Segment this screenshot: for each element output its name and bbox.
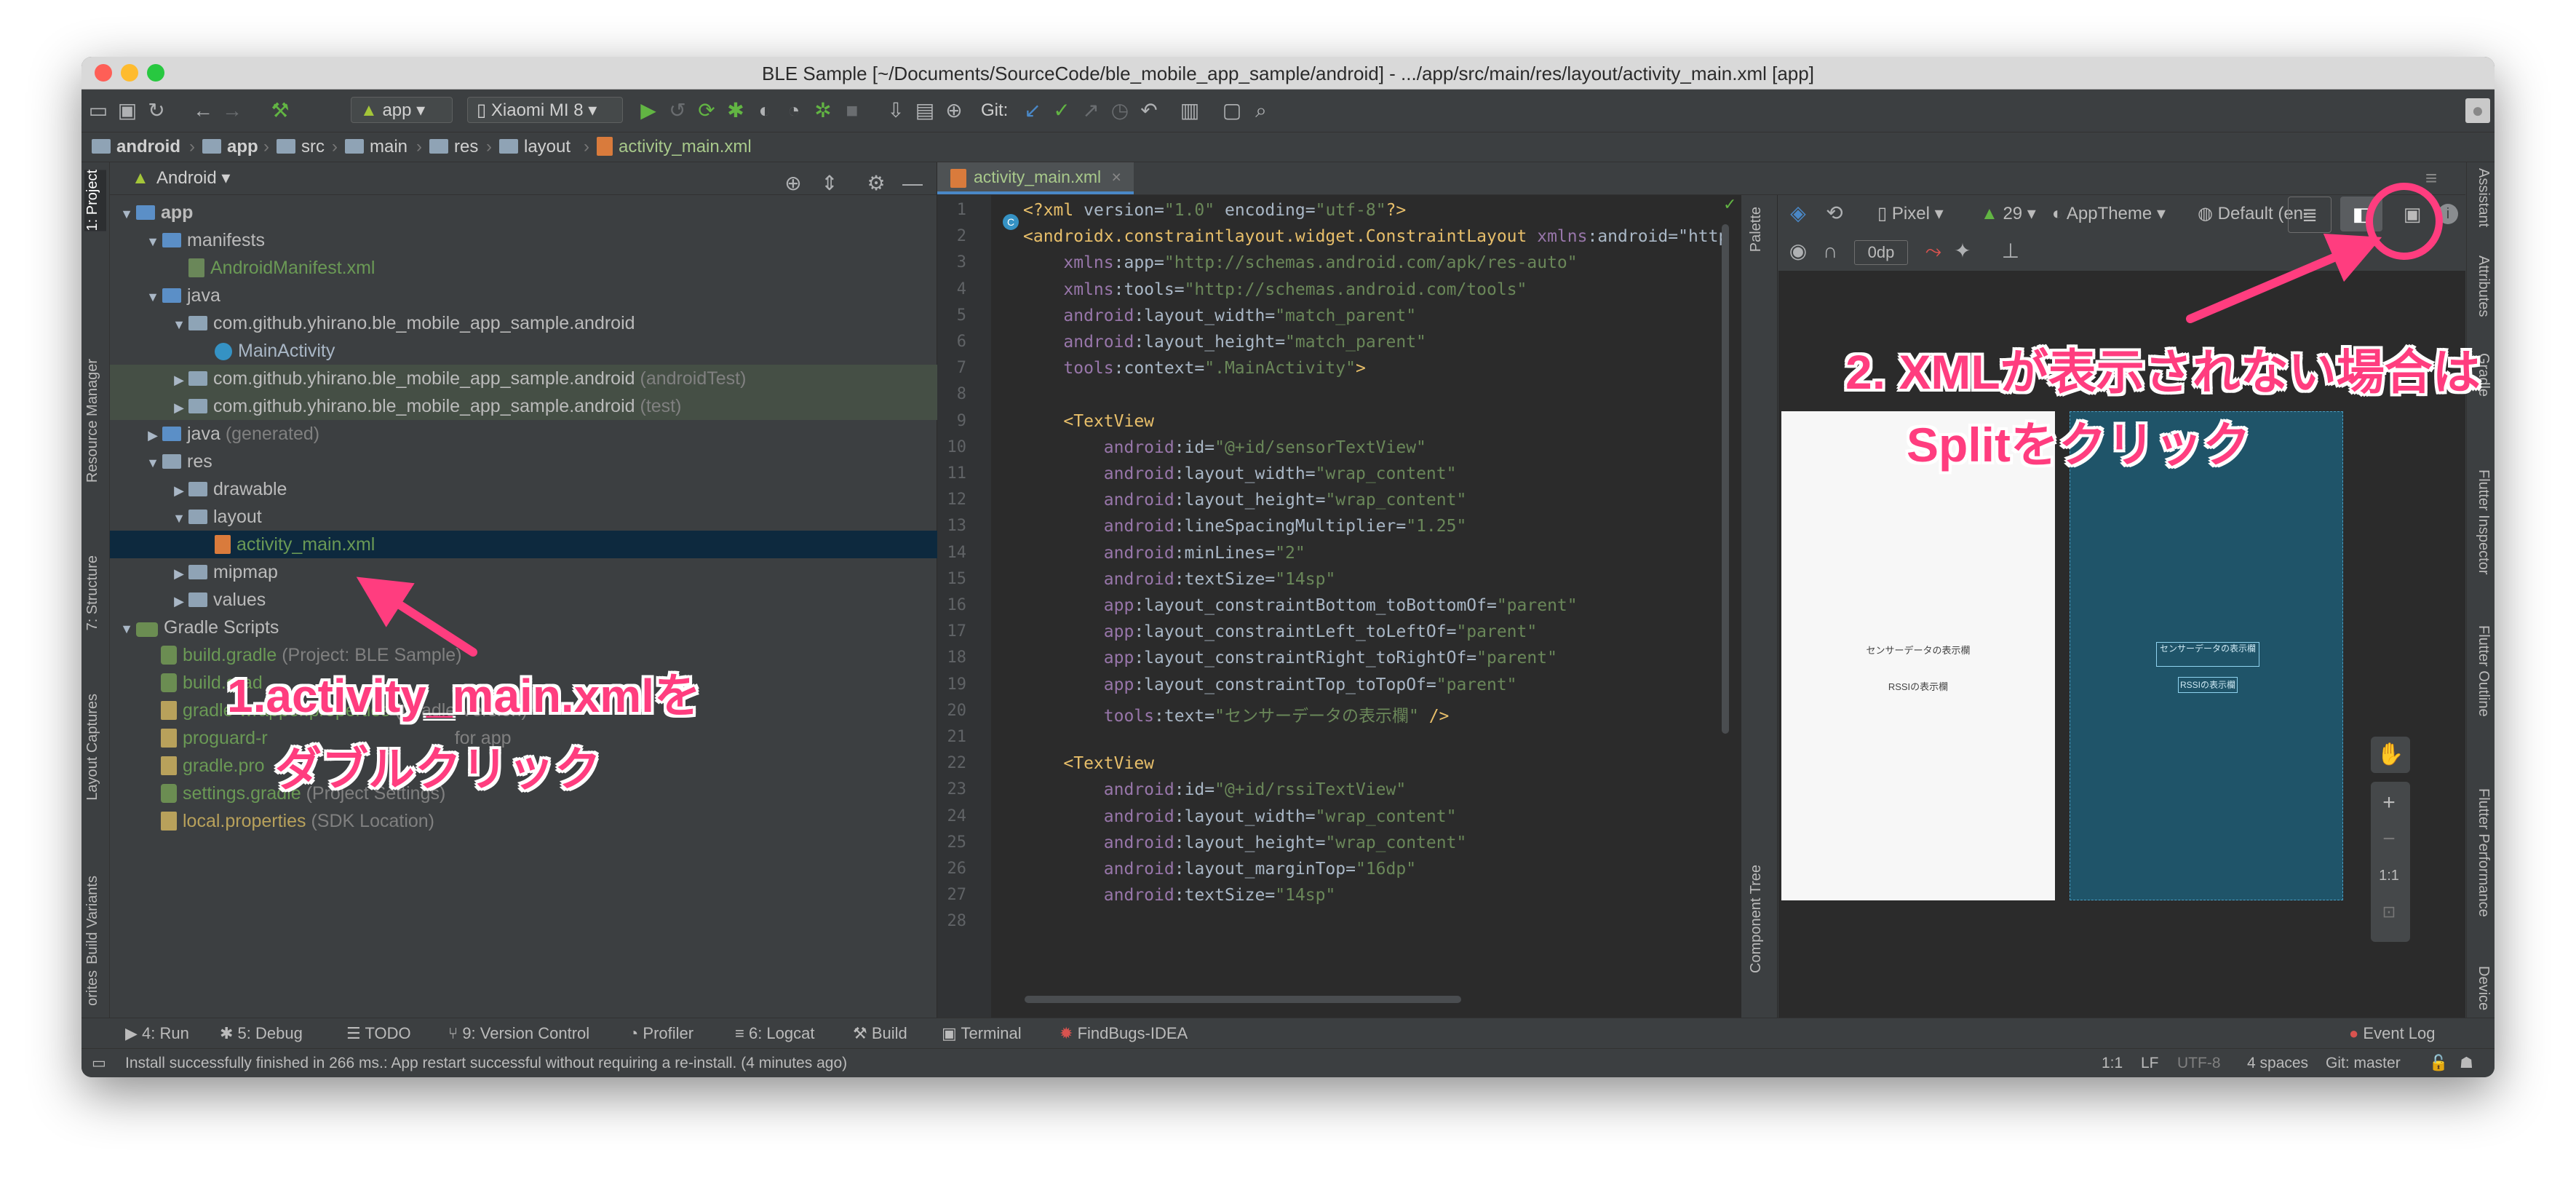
annotation-arrow-2 <box>2186 233 2382 323</box>
annotation-arrows <box>356 183 2443 657</box>
annotation-arrow-1 <box>356 576 477 657</box>
annotation-split-circle <box>2366 183 2443 260</box>
